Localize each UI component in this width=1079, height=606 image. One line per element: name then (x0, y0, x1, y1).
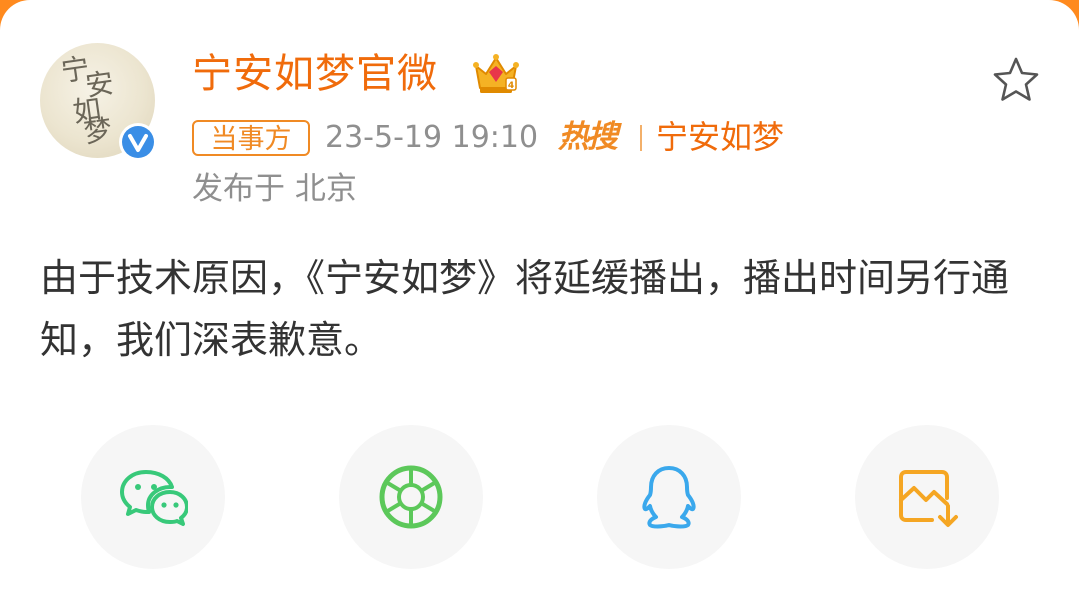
verified-badge-icon (119, 123, 157, 161)
star-icon[interactable] (990, 54, 1042, 106)
post-content: 由于技术原因，《宁安如梦》将延缓播出，播出时间另行通知，我们深表歉意。 (40, 256, 1010, 362)
moments-icon (379, 465, 443, 529)
crown-icon[interactable]: 4 (472, 52, 520, 96)
post-card: 宁 安 如 梦 宁安如梦官微 4 当事方 23-5-19 19:10 热搜 宁安… (0, 0, 1079, 606)
username[interactable]: 宁安如梦官微 (192, 50, 438, 98)
save-image-button[interactable] (855, 425, 999, 569)
divider (640, 125, 642, 151)
save-image-icon (899, 470, 958, 527)
post-location: 发布于 北京 (192, 171, 357, 207)
qq-icon (642, 466, 696, 529)
hot-topic-link[interactable]: 宁安如梦 (656, 117, 784, 157)
svg-text:4: 4 (508, 81, 514, 91)
hot-search-label[interactable]: 热搜 (558, 117, 618, 157)
post-timestamp: 23-5-19 19:10 (325, 120, 539, 155)
share-moments-button[interactable] (339, 425, 483, 569)
party-tag: 当事方 (192, 120, 310, 156)
share-wechat-button[interactable] (81, 425, 225, 569)
wechat-icon (120, 470, 188, 526)
share-qq-button[interactable] (597, 425, 741, 569)
